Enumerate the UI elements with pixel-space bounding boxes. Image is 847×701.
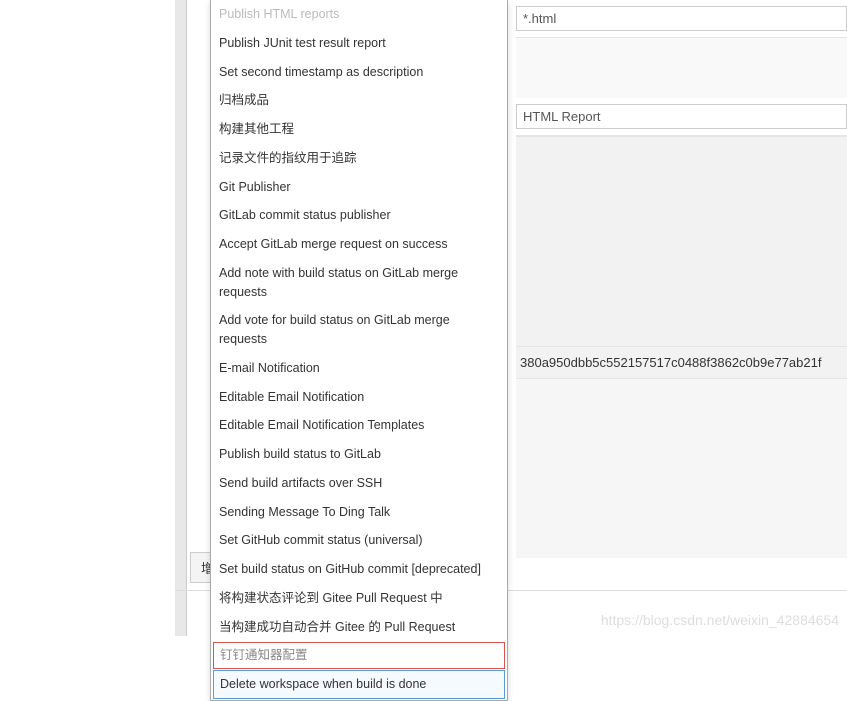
form-right-panel: 380a950dbb5c552157517c0488f3862c0b9e77ab… <box>516 0 847 558</box>
spacer-row-3 <box>516 378 847 558</box>
hash-text: 380a950dbb5c552157517c0488f3862c0b9e77ab… <box>520 355 821 370</box>
menu-item-ssh-artifacts[interactable]: Send build artifacts over SSH <box>211 469 507 498</box>
menu-item-gitee-comment[interactable]: 将构建状态评论到 Gitee Pull Request 中 <box>211 584 507 613</box>
watermark-text: https://blog.csdn.net/weixin_42884654 <box>601 612 839 628</box>
menu-item-github-deprecated[interactable]: Set build status on GitHub commit [depre… <box>211 555 507 584</box>
menu-item-add-note-gitlab[interactable]: Add note with build status on GitLab mer… <box>211 259 507 307</box>
menu-item-github-status[interactable]: Set GitHub commit status (universal) <box>211 526 507 555</box>
menu-item-publish-html: Publish HTML reports <box>211 0 507 29</box>
menu-item-editable-email[interactable]: Editable Email Notification <box>211 383 507 412</box>
menu-item-archive[interactable]: 归档成品 <box>211 86 507 115</box>
menu-item-dingding-config[interactable]: 钉钉通知器配置 <box>213 642 505 669</box>
menu-item-set-timestamp[interactable]: Set second timestamp as description <box>211 58 507 87</box>
menu-item-gitee-merge[interactable]: 当构建成功自动合并 Gitee 的 Pull Request <box>211 613 507 642</box>
hash-value-row: 380a950dbb5c552157517c0488f3862c0b9e77ab… <box>516 346 847 378</box>
report-name-input[interactable] <box>516 104 847 129</box>
form-row-1 <box>516 0 847 38</box>
html-pattern-input[interactable] <box>516 6 847 31</box>
menu-item-fingerprint[interactable]: 记录文件的指纹用于追踪 <box>211 144 507 173</box>
menu-item-accept-gitlab-mr[interactable]: Accept GitLab merge request on success <box>211 230 507 259</box>
menu-item-gitlab-status[interactable]: GitLab commit status publisher <box>211 201 507 230</box>
spacer-row-2 <box>516 136 847 346</box>
spacer-row-1 <box>516 38 847 98</box>
menu-item-git-publisher[interactable]: Git Publisher <box>211 173 507 202</box>
menu-item-delete-workspace[interactable]: Delete workspace when build is done <box>213 670 505 699</box>
section-gutter <box>175 0 187 636</box>
menu-item-build-other[interactable]: 构建其他工程 <box>211 115 507 144</box>
menu-item-editable-email-tpl[interactable]: Editable Email Notification Templates <box>211 411 507 440</box>
form-row-2 <box>516 98 847 136</box>
menu-item-publish-gitlab[interactable]: Publish build status to GitLab <box>211 440 507 469</box>
menu-item-dingtalk[interactable]: Sending Message To Ding Talk <box>211 498 507 527</box>
menu-item-email[interactable]: E-mail Notification <box>211 354 507 383</box>
menu-item-publish-junit[interactable]: Publish JUnit test result report <box>211 29 507 58</box>
menu-item-add-vote-gitlab[interactable]: Add vote for build status on GitLab merg… <box>211 306 507 354</box>
post-build-actions-dropdown: Publish HTML reports Publish JUnit test … <box>210 0 508 701</box>
